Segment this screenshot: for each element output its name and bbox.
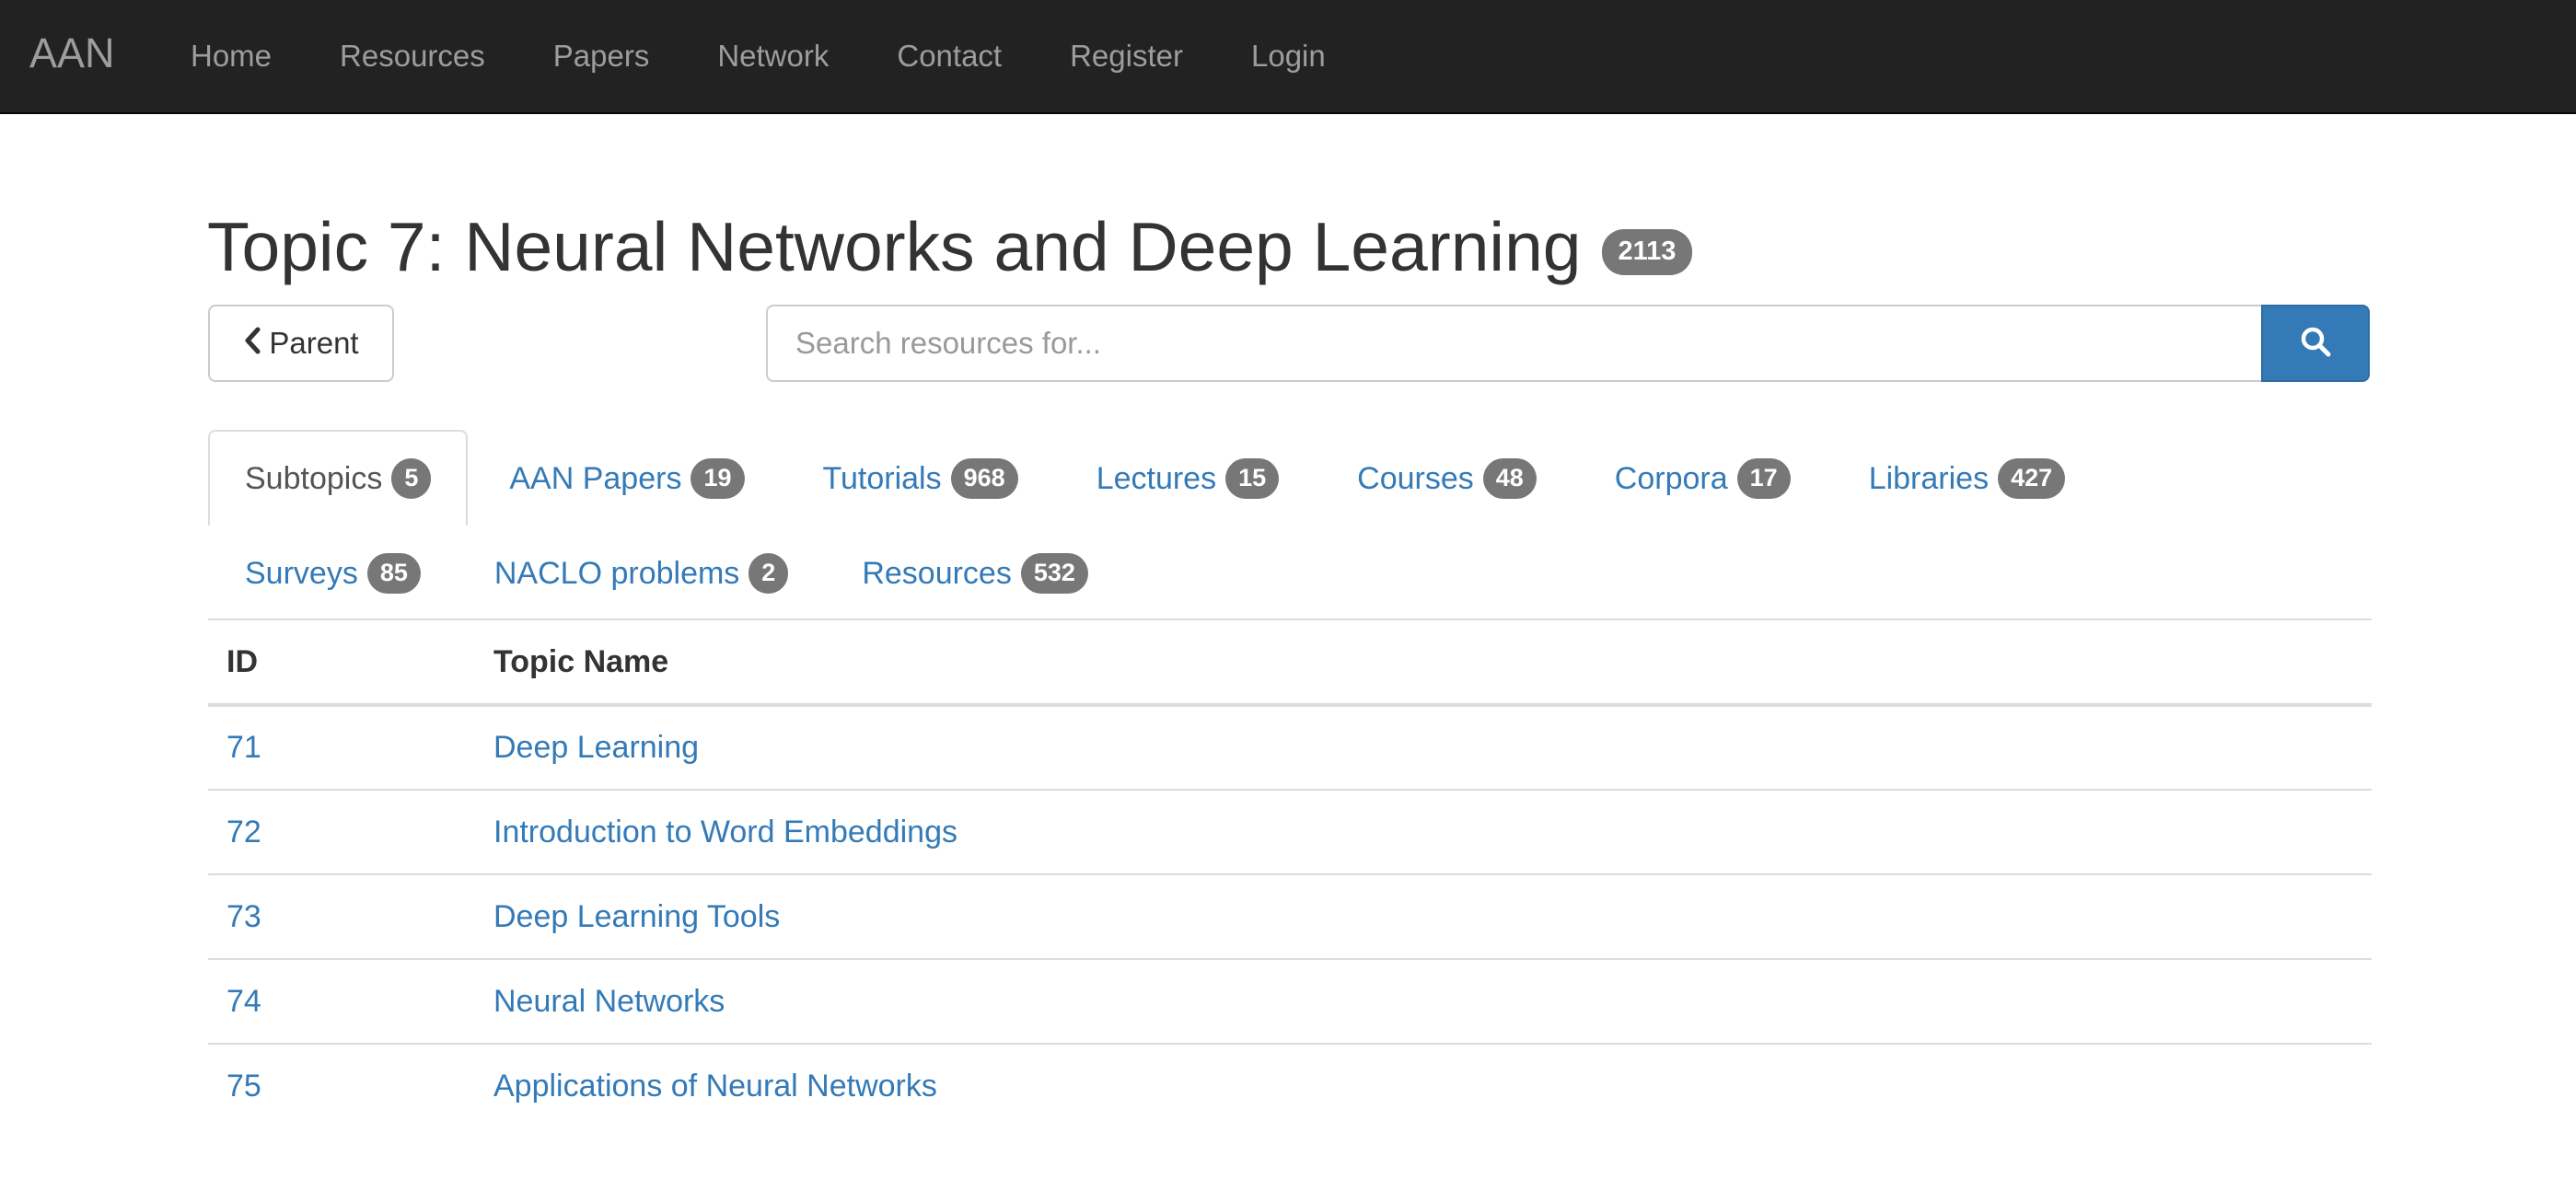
nav-contact[interactable]: Contact — [863, 0, 1036, 112]
topic-id-link[interactable]: 75 — [226, 1069, 261, 1104]
tab-count-badge: 85 — [366, 553, 421, 594]
tab-naclo-problems[interactable]: NACLO problems 2 — [458, 526, 825, 619]
topic-name-link[interactable]: Deep Learning Tools — [493, 899, 780, 934]
parent-button-label: Parent — [269, 326, 359, 360]
tab-surveys[interactable]: Surveys 85 — [208, 526, 458, 619]
tab-count-badge: 2 — [748, 553, 789, 594]
row-id-cell: 73 — [208, 874, 475, 960]
tab-count-badge: 5 — [391, 458, 432, 499]
tab-label: Courses — [1357, 460, 1474, 496]
search-icon — [2299, 325, 2332, 363]
topic-name-link[interactable]: Deep Learning — [493, 730, 699, 765]
row-id-cell: 74 — [208, 959, 475, 1045]
topic-name-link[interactable]: Neural Networks — [493, 984, 725, 1019]
column-header-topic-name: Topic Name — [475, 620, 2372, 707]
row-name-cell: Deep Learning Tools — [475, 874, 2372, 960]
tab-libraries[interactable]: Libraries 427 — [1832, 430, 2102, 526]
tab-count-badge: 17 — [1736, 458, 1791, 499]
row-id-cell: 72 — [208, 790, 475, 875]
row-id-cell: 75 — [208, 1044, 475, 1128]
topic-id-link[interactable]: 71 — [226, 730, 261, 765]
search-button[interactable] — [2261, 305, 2370, 382]
tab-label: Libraries — [1868, 460, 1990, 496]
search-group — [766, 305, 2370, 382]
search-input[interactable] — [766, 305, 2261, 382]
topic-id-link[interactable]: 72 — [226, 815, 261, 849]
tab-label: Resources — [862, 555, 1012, 591]
tab-label: AAN Papers — [509, 460, 682, 496]
tabs-row-1: Subtopics 5 AAN Papers 19 Tutorials 968 … — [208, 430, 2106, 526]
row-name-cell: Deep Learning — [475, 705, 2372, 791]
tab-label: Tutorials — [822, 460, 942, 496]
nav-register[interactable]: Register — [1036, 0, 1217, 112]
nav-login[interactable]: Login — [1217, 0, 1360, 112]
tab-label: NACLO problems — [493, 555, 740, 591]
tab-count-badge: 48 — [1482, 458, 1537, 499]
tab-count-badge: 15 — [1225, 458, 1280, 499]
table-row: 73 Deep Learning Tools — [208, 874, 2372, 960]
tab-aan-papers[interactable]: AAN Papers 19 — [472, 430, 781, 526]
page-title: Topic 7: Neural Networks and Deep Learni… — [207, 201, 1693, 293]
nav-papers[interactable]: Papers — [519, 0, 684, 112]
tab-count-badge: 427 — [1998, 458, 2066, 499]
topic-id-link[interactable]: 73 — [226, 899, 261, 934]
nav-home[interactable]: Home — [157, 0, 306, 112]
table-header-row: ID Topic Name — [208, 620, 2372, 707]
tab-lectures[interactable]: Lectures 15 — [1060, 430, 1316, 526]
brand-logo[interactable]: AAN — [29, 26, 115, 81]
tab-label: Subtopics — [245, 460, 383, 496]
parent-button[interactable]: Parent — [208, 305, 394, 382]
tab-label: Surveys — [245, 555, 358, 591]
nav-links: Home Resources Papers Network Contact Re… — [157, 0, 1360, 112]
tab-count-badge: 968 — [950, 458, 1018, 499]
row-name-cell: Neural Networks — [475, 959, 2372, 1045]
tab-label: Corpora — [1614, 460, 1728, 496]
table-row: 75 Applications of Neural Networks — [208, 1044, 2372, 1128]
topic-name-link[interactable]: Applications of Neural Networks — [493, 1069, 937, 1104]
tab-resources[interactable]: Resources 532 — [825, 526, 1125, 619]
chevron-left-icon — [243, 327, 261, 362]
topic-count-badge: 2113 — [1601, 229, 1693, 275]
tab-corpora[interactable]: Corpora 17 — [1578, 430, 1828, 526]
tab-courses[interactable]: Courses 48 — [1320, 430, 1573, 526]
row-name-cell: Introduction to Word Embeddings — [475, 790, 2372, 875]
tab-count-badge: 532 — [1020, 553, 1088, 594]
row-id-cell: 71 — [208, 705, 475, 791]
tab-label: Lectures — [1096, 460, 1217, 496]
table-row: 71 Deep Learning — [208, 705, 2372, 791]
topic-id-link[interactable]: 74 — [226, 984, 261, 1019]
table-row: 74 Neural Networks — [208, 959, 2372, 1045]
row-name-cell: Applications of Neural Networks — [475, 1044, 2372, 1128]
top-navbar: AAN Home Resources Papers Network Contac… — [0, 0, 2576, 114]
topic-name-link[interactable]: Introduction to Word Embeddings — [493, 815, 957, 849]
tab-count-badge: 19 — [690, 458, 745, 499]
nav-network[interactable]: Network — [683, 0, 863, 112]
table-row: 72 Introduction to Word Embeddings — [208, 790, 2372, 875]
tab-subtopics[interactable]: Subtopics 5 — [208, 430, 469, 526]
page-title-text: Topic 7: Neural Networks and Deep Learni… — [207, 208, 1582, 285]
subtopics-table: ID Topic Name 71 Deep Learning 72 Introd… — [208, 620, 2372, 1128]
tab-tutorials[interactable]: Tutorials 968 — [786, 430, 1055, 526]
nav-resources[interactable]: Resources — [306, 0, 519, 112]
column-header-id: ID — [208, 620, 475, 707]
tabs-row-2: Surveys 85 NACLO problems 2 Resources 53… — [208, 526, 1125, 619]
